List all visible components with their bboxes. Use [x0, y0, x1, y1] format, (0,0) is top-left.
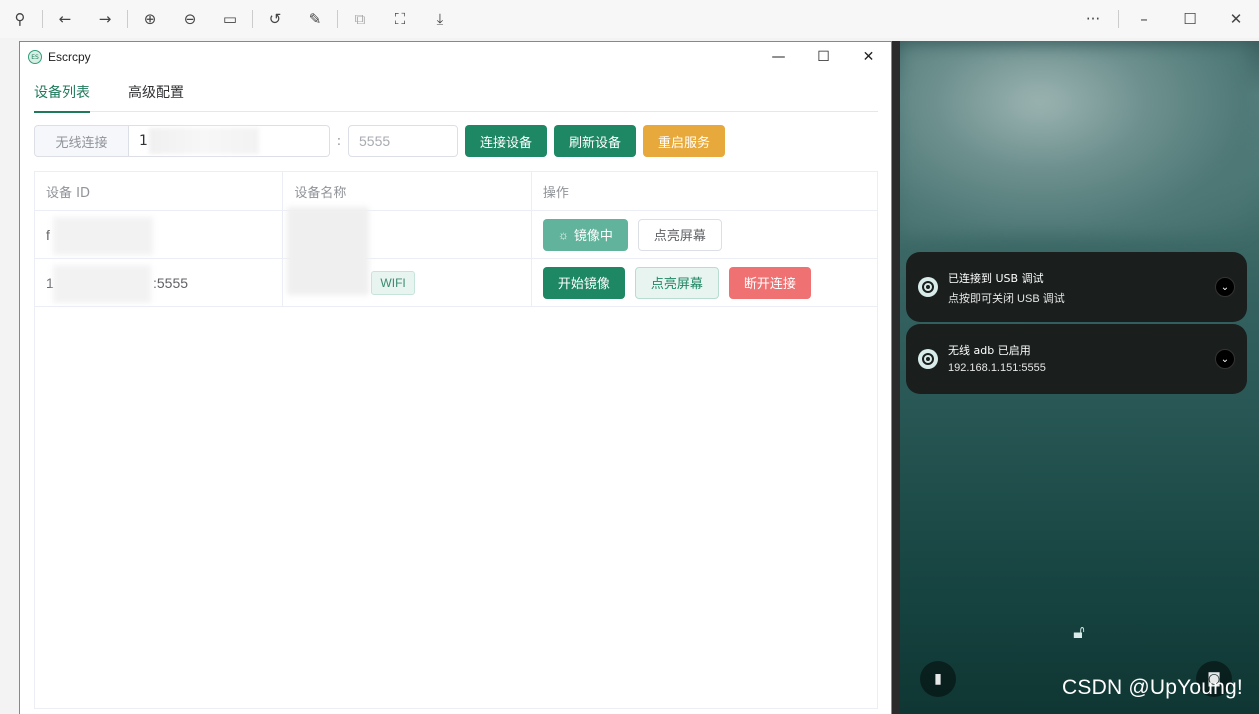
flashlight-icon[interactable]: ▮: [920, 661, 956, 697]
window-divider: [892, 41, 900, 714]
port-input[interactable]: 5555: [348, 125, 458, 157]
actions-cell: 开始镜像 点亮屏幕 断开连接: [532, 259, 877, 306]
zoom-in-icon[interactable]: ⊕: [130, 0, 170, 38]
tab-bar: 设备列表 高级配置: [34, 80, 878, 113]
mirroring-label: 镜像中: [573, 228, 613, 243]
notification-title: 无线 adb 已启用: [948, 344, 1031, 357]
close-icon[interactable]: ✕: [846, 42, 891, 72]
download-icon[interactable]: ⤓: [420, 0, 460, 38]
restart-service-button[interactable]: 重启服务: [643, 125, 726, 157]
back-arrow-icon[interactable]: ←: [45, 0, 85, 38]
port-separator: :: [336, 133, 342, 149]
toolbar-separator: [337, 10, 338, 28]
device-id-cell: 1 :5555: [35, 259, 284, 306]
toolbar-separator: [1118, 10, 1119, 28]
viewer-toolbar: ⚲ ← → ⊕ ⊖ ▭ ↺ ✎ ⧉ ⛶ ⤓ ··· – ☐ ✕: [0, 0, 1259, 38]
wifi-tag: WIFI: [371, 271, 415, 295]
notification-wireless-adb[interactable]: 无线 adb 已启用 192.168.1.151:5555 ⌄: [906, 324, 1247, 394]
rotate-icon[interactable]: ↺: [255, 0, 295, 38]
actual-size-icon[interactable]: ▭: [210, 0, 250, 38]
refresh-devices-button[interactable]: 刷新设备: [554, 125, 637, 157]
maximize-icon[interactable]: ☐: [801, 42, 846, 72]
escrcpy-window: ES Escrcpy — ☐ ✕ 设备列表 高级配置 无线连接 1 : 5555…: [19, 41, 892, 714]
title-bar: ES Escrcpy — ☐ ✕: [20, 42, 891, 72]
wireless-connect-row: 无线连接 1 : 5555 连接设备 刷新设备 重启服务: [34, 125, 726, 157]
zoom-out-icon[interactable]: ⊖: [170, 0, 210, 38]
notification-usb-debug[interactable]: 已连接到 USB 调试 点按即可关闭 USB 调试 ⌄: [906, 252, 1247, 322]
tab-device-list[interactable]: 设备列表: [34, 80, 90, 113]
device-table: 设备 ID 设备名称 操作 f ☼ 镜像中 点亮屏幕 1:5555 WIFI …: [34, 171, 878, 709]
device-name-cell: WIFI: [283, 259, 532, 306]
device-id-text: f: [46, 226, 50, 243]
ip-address-value: 1: [139, 133, 148, 149]
column-device-id: 设备 ID: [35, 172, 284, 210]
redacted-area: [53, 217, 153, 255]
column-device-name: 设备名称: [283, 172, 532, 210]
viewer-minimize-icon[interactable]: –: [1121, 0, 1167, 38]
tab-advanced-config[interactable]: 高级配置: [128, 80, 184, 112]
mirroring-button[interactable]: ☼ 镜像中: [542, 218, 628, 251]
more-icon[interactable]: ···: [1070, 0, 1116, 38]
viewer-maximize-icon[interactable]: ☐: [1167, 0, 1213, 38]
toolbar-separator: [127, 10, 128, 28]
viewer-close-icon[interactable]: ✕: [1213, 0, 1259, 38]
forward-arrow-icon[interactable]: →: [85, 0, 125, 38]
toolbar-separator: [252, 10, 253, 28]
start-mirroring-button[interactable]: 开始镜像: [542, 266, 625, 299]
chevron-down-icon[interactable]: ⌄: [1215, 277, 1235, 297]
device-id-cell: f: [35, 211, 284, 258]
watermark: CSDN @UpYoung!: [1062, 676, 1243, 699]
redacted-area: [53, 265, 151, 303]
device-name-cell: [283, 207, 532, 295]
wake-screen-button[interactable]: 点亮屏幕: [637, 218, 722, 251]
phone-mirror[interactable]: 已连接到 USB 调试 点按即可关闭 USB 调试 ⌄ 无线 adb 已启用 1…: [892, 41, 1259, 714]
table-row: f ☼ 镜像中 点亮屏幕: [35, 207, 877, 295]
notification-title: 已连接到 USB 调试: [948, 272, 1044, 285]
minimize-icon[interactable]: —: [756, 42, 801, 72]
copy-icon[interactable]: ⧉: [340, 0, 380, 38]
usb-debug-icon: [918, 277, 938, 297]
redacted-area: [149, 128, 259, 154]
pin-icon[interactable]: ⚲: [0, 0, 40, 38]
table-header: 设备 ID 设备名称 操作: [35, 172, 877, 211]
wifi-icon: [918, 349, 938, 369]
edit-icon[interactable]: ✎: [295, 0, 335, 38]
chevron-down-icon[interactable]: ⌄: [1215, 349, 1235, 369]
loading-icon: ☼: [557, 227, 569, 242]
connect-device-button[interactable]: 连接设备: [465, 125, 548, 157]
table-row: 1 :5555 WIFI 开始镜像 点亮屏幕 断开连接: [35, 259, 877, 307]
blurred-wallpaper: [900, 45, 1250, 235]
column-actions: 操作: [542, 185, 569, 201]
app-title: Escrcpy: [48, 50, 91, 64]
toolbar-separator: [42, 10, 43, 28]
notification-subtitle: 点按即可关闭 USB 调试: [948, 293, 1065, 305]
device-id-port: :5555: [153, 274, 189, 291]
actions-cell: ☼ 镜像中 点亮屏幕: [532, 211, 877, 258]
disconnect-button[interactable]: 断开连接: [728, 266, 811, 299]
app-logo-icon: ES: [28, 50, 42, 64]
notification-subtitle: 192.168.1.151:5555: [948, 362, 1046, 374]
wake-screen-button[interactable]: 点亮屏幕: [634, 266, 719, 299]
fit-screen-icon[interactable]: ⛶: [380, 0, 420, 38]
unlock-icon[interactable]: 🔓︎: [1068, 622, 1090, 644]
wireless-connect-label: 无线连接: [34, 125, 129, 157]
ip-address-input[interactable]: 1: [129, 125, 330, 157]
